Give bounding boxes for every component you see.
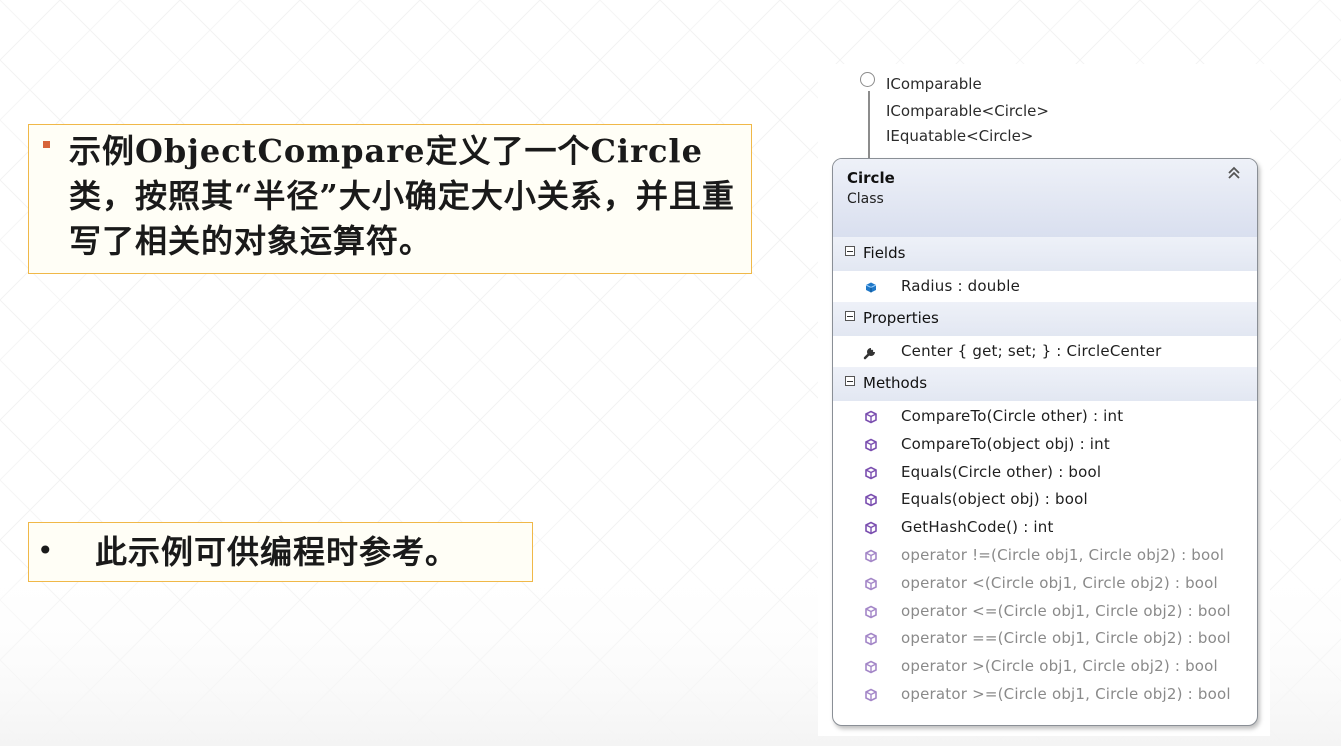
class-header: Circle Class [833, 159, 1257, 237]
member-text: Equals(object obj) : bool [901, 490, 1088, 509]
member-text: operator !=(Circle obj1, Circle obj2) : … [901, 546, 1225, 564]
method-item[interactable]: Equals(object obj) : bool [833, 486, 1257, 514]
method-item[interactable]: Equals(Circle other) : bool [833, 459, 1257, 487]
method-item[interactable]: CompareTo(Circle other) : int [833, 403, 1257, 431]
method-icon [865, 493, 877, 507]
method-icon [865, 410, 877, 424]
method-icon [865, 466, 877, 479]
static-method-icon [865, 577, 877, 591]
description-text: 示例ObjectCompare定义了一个Circle类，按照其“半径”大小确定大… [69, 132, 735, 260]
field-item[interactable]: Radius : double [833, 273, 1257, 301]
member-text: operator >=(Circle obj1, Circle obj2) : … [901, 685, 1231, 703]
collapse-toggle-icon[interactable] [845, 311, 855, 321]
class-kind: Class [847, 191, 884, 207]
reference-text: 此示例可供编程时参考。 [95, 533, 459, 571]
section-label: Methods [863, 374, 928, 392]
static-method-icon [865, 660, 877, 674]
interface-lollipop-icon [860, 72, 875, 87]
interface-connector [868, 91, 870, 163]
member-text: GetHashCode() : int [901, 518, 1054, 537]
method-item[interactable]: operator >(Circle obj1, Circle obj2) : b… [833, 653, 1257, 681]
method-icon [865, 521, 877, 535]
class-diagram: IComparable IComparable<Circle> IEquatab… [818, 64, 1270, 736]
properties-section-header[interactable]: Properties [833, 302, 1257, 336]
class-name: Circle [847, 169, 895, 187]
member-text: Center { get; set; } : CircleCenter [901, 342, 1162, 360]
bullet-dot-icon: • [37, 534, 54, 567]
member-text: CompareTo(Circle other) : int [901, 407, 1124, 425]
property-icon [863, 348, 875, 360]
method-item[interactable]: operator !=(Circle obj1, Circle obj2) : … [833, 542, 1257, 570]
interface-label: IComparable [886, 75, 982, 93]
section-label: Properties [863, 309, 939, 327]
bullet-square-icon [43, 141, 50, 148]
static-method-icon [865, 688, 877, 702]
collapse-toggle-icon[interactable] [845, 246, 855, 256]
collapse-chevron-icon[interactable] [1227, 166, 1241, 183]
static-method-icon [865, 605, 877, 618]
member-text: operator <(Circle obj1, Circle obj2) : b… [901, 573, 1218, 592]
methods-section-header[interactable]: Methods [833, 367, 1257, 401]
method-item[interactable]: CompareTo(object obj) : int [833, 431, 1257, 459]
member-text: Equals(Circle other) : bool [901, 462, 1102, 481]
fields-section-header[interactable]: Fields [833, 237, 1257, 271]
interface-label: IEquatable<Circle> [886, 127, 1034, 145]
reference-callout: • 此示例可供编程时参考。 [28, 522, 533, 582]
property-item[interactable]: Center { get; set; } : CircleCenter [833, 338, 1257, 366]
static-method-icon [865, 632, 877, 646]
interface-label: IComparable<Circle> [886, 102, 1049, 120]
method-item[interactable]: operator <(Circle obj1, Circle obj2) : b… [833, 570, 1257, 598]
member-text: operator >(Circle obj1, Circle obj2) : b… [901, 657, 1218, 676]
member-text: Radius : double [901, 277, 1021, 295]
member-text: operator <=(Circle obj1, Circle obj2) : … [901, 601, 1231, 620]
section-label: Fields [863, 244, 906, 262]
method-item[interactable]: GetHashCode() : int [833, 514, 1257, 542]
method-item[interactable]: operator ==(Circle obj1, Circle obj2) : … [833, 625, 1257, 653]
method-item[interactable]: operator <=(Circle obj1, Circle obj2) : … [833, 598, 1257, 626]
member-text: operator ==(Circle obj1, Circle obj2) : … [901, 629, 1231, 648]
field-icon [865, 282, 877, 293]
method-item[interactable]: operator >=(Circle obj1, Circle obj2) : … [833, 681, 1257, 709]
class-shape[interactable]: Circle Class Fields Radius : double Prop… [832, 158, 1258, 726]
method-icon [865, 438, 877, 452]
collapse-toggle-icon[interactable] [845, 376, 855, 386]
static-method-icon [865, 549, 877, 563]
member-text: CompareTo(object obj) : int [901, 434, 1110, 453]
description-callout: 示例ObjectCompare定义了一个Circle类，按照其“半径”大小确定大… [28, 124, 752, 274]
